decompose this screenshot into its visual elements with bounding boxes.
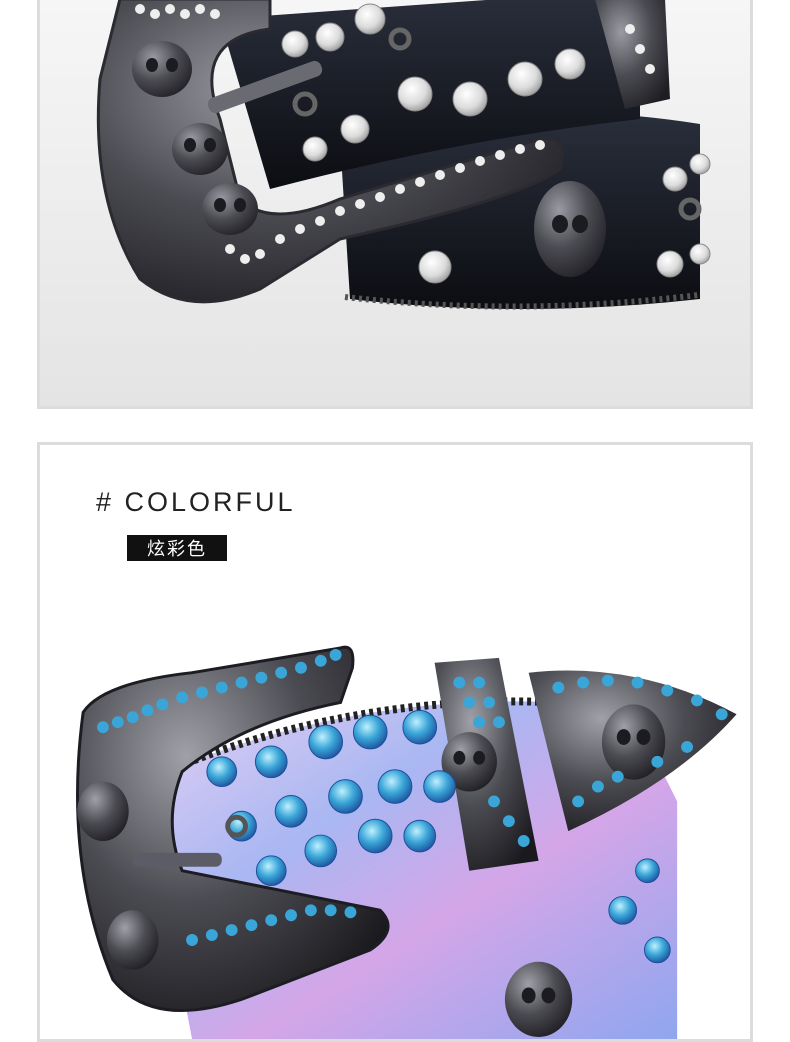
product-photo-panel-black [37,0,753,409]
product-photo-panel-colorful: # COLORFUL 炫彩色 [37,442,753,1042]
black-belt-photo [40,0,750,406]
color-tag: 炫彩色 [127,535,227,561]
section-heading: # COLORFUL [96,487,296,517]
